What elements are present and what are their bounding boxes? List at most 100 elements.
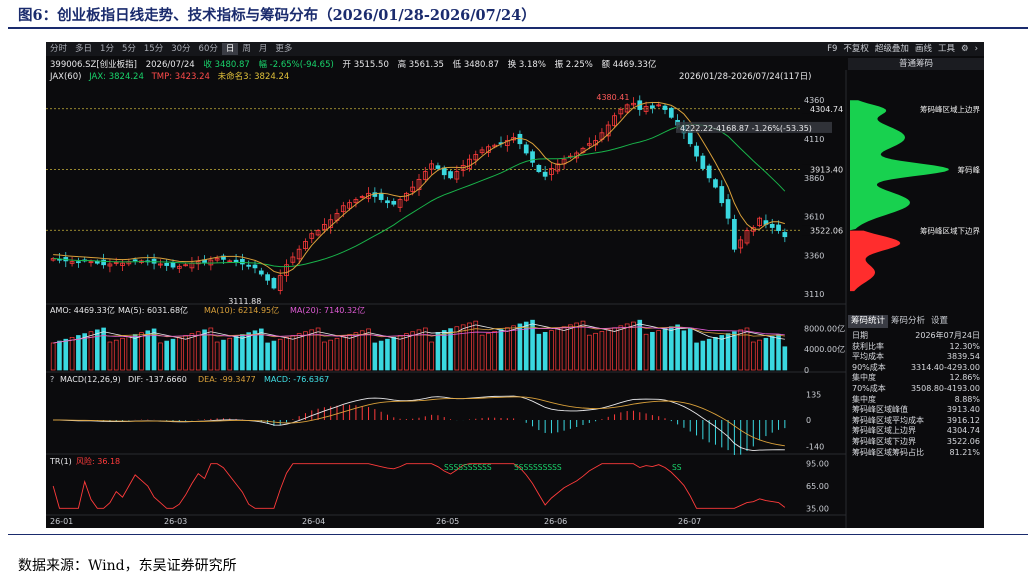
help-icon: ?	[50, 375, 54, 384]
tr-signal-0: SSSSSSSSSS	[444, 463, 492, 472]
amo-legend-0: AMO: 4469.33亿	[50, 305, 115, 315]
figure-title: 图6：创业板指日线走势、技术指标与筹码分布（2026/01/28-2026/07…	[18, 7, 536, 24]
chip-stat-row: 筹码峰区域上边界 4304.74	[852, 426, 980, 437]
amo-legend-2: MA(10): 6214.95亿	[204, 305, 279, 315]
candle-body	[271, 278, 277, 289]
amo-bar	[57, 340, 62, 371]
amo-bar	[63, 338, 69, 371]
candle-body	[132, 259, 138, 262]
candle-body	[732, 219, 737, 250]
date-axis-label: 26-06	[544, 517, 567, 526]
chip-stat-value: 3314.40-4293.00	[910, 362, 980, 372]
candle-body	[391, 201, 397, 205]
candle-body	[164, 262, 170, 266]
date-axis-label: 26-04	[302, 517, 325, 526]
chip-stats-tabs: 筹码统计 筹码分析 设置	[848, 315, 984, 328]
amo-bar	[505, 327, 510, 371]
chip-stat-label: 筹码峰区域平均成本	[852, 415, 924, 425]
amo-bar	[454, 326, 460, 371]
chip-tab-0[interactable]: 筹码统计	[848, 315, 889, 328]
amo-bar	[202, 329, 207, 371]
tr-tick-label: 95.00	[806, 460, 829, 469]
amo-bar	[221, 339, 226, 371]
source-rule	[8, 534, 1028, 535]
chip-stat-value: 81.21%	[949, 447, 980, 457]
chip-stat-row: 集中度 8.88%	[852, 395, 980, 406]
amo-bar	[328, 339, 333, 371]
amo-bar	[265, 342, 270, 371]
amo-bar	[719, 335, 725, 371]
chip-stat-label: 筹码峰区域筹码占比	[852, 447, 924, 457]
amo-bar	[732, 331, 737, 371]
amo-bar	[429, 341, 434, 371]
amo-bar	[776, 334, 781, 371]
amo-bar	[284, 336, 289, 371]
amo-bar	[158, 342, 163, 371]
macd-legend-0: MACD(12,26,9)	[60, 375, 121, 384]
amo-tick-label: 8000.00亿	[804, 323, 845, 333]
amo-bar	[347, 334, 352, 371]
candle-body	[776, 224, 781, 231]
chip-stat-row: 筹码峰区域平均成本 3916.12	[852, 416, 980, 427]
macd-dif-line	[53, 395, 785, 452]
chip-stat-row: 平均成本 3839.54	[852, 352, 980, 363]
amo-bar	[555, 328, 561, 371]
amo-bar	[460, 324, 466, 371]
chip-stat-label: 集中度	[852, 373, 876, 383]
chip-stat-row: 90%成本 3314.40-4293.00	[852, 363, 980, 374]
amo-bar	[479, 334, 485, 371]
chip-stat-row: 日期 2026年07月24日	[852, 331, 980, 342]
amo-bar	[725, 333, 731, 371]
amo-bar	[271, 340, 277, 371]
amo-bar	[391, 336, 397, 371]
amo-bar	[322, 341, 327, 371]
chip-stat-value: 12.86%	[949, 373, 980, 383]
tr-signal-2: SS	[672, 463, 682, 472]
macd-tick-label: 0	[806, 416, 811, 425]
amo-bar	[107, 341, 113, 371]
amo-bar	[69, 336, 75, 371]
chip-panel-header: 普通筹码	[848, 58, 984, 70]
candle-body	[448, 171, 453, 179]
tr-signal-1: SSSSSSSSSS	[514, 463, 562, 472]
chip-stat-value: 2026年07月24日	[915, 331, 980, 340]
chip-stat-label: 筹码峰区域峰值	[852, 405, 908, 415]
chip-tab-1[interactable]: 筹码分析	[888, 315, 928, 328]
chip-tab-2[interactable]: 设置	[928, 315, 951, 328]
amo-bar	[763, 337, 769, 371]
amo-bar	[498, 329, 504, 371]
amo-bar	[441, 330, 447, 371]
amo-bar	[416, 329, 422, 371]
chip-label-upper: 筹码峰区域上边界	[920, 104, 980, 114]
chip-label-lower: 筹码峰区域下边界	[920, 225, 980, 235]
amo-bar	[700, 340, 706, 371]
amo-bar	[404, 333, 409, 371]
amo-bar	[580, 320, 586, 371]
amo-bar	[593, 332, 598, 371]
candle-body	[170, 262, 176, 268]
tr-legend-1: 风险: 36.18	[76, 456, 120, 466]
chip-stat-row: 筹码峰区域下边界 3522.06	[852, 437, 980, 448]
amo-bar	[542, 332, 548, 371]
candle-body	[713, 179, 718, 188]
candle-body	[151, 258, 157, 264]
chip-stat-row: 70%成本 3508.80-4193.00	[852, 384, 980, 395]
amo-bar	[120, 337, 125, 371]
date-axis-label: 26-03	[164, 517, 187, 526]
date-axis-label: 26-01	[50, 517, 73, 526]
candle-body	[662, 105, 668, 110]
amo-legend-3: MA(20): 7140.32亿	[290, 305, 365, 315]
amo-bar	[561, 326, 567, 371]
date-axis-label: 26-05	[436, 517, 459, 526]
candle-body	[725, 199, 731, 219]
macd-legend-1: DIF: -137.6660	[128, 375, 187, 384]
amo-bar	[145, 330, 151, 371]
chip-stat-value: 3839.54	[946, 352, 980, 362]
chip-stat-label: 日期	[852, 331, 868, 340]
amo-bar	[139, 332, 144, 371]
amo-bar	[252, 330, 258, 371]
amo-bar	[744, 327, 750, 371]
candle-body	[719, 186, 725, 204]
amo-bar	[769, 336, 775, 371]
price-level-label: 3522.06	[810, 226, 843, 235]
